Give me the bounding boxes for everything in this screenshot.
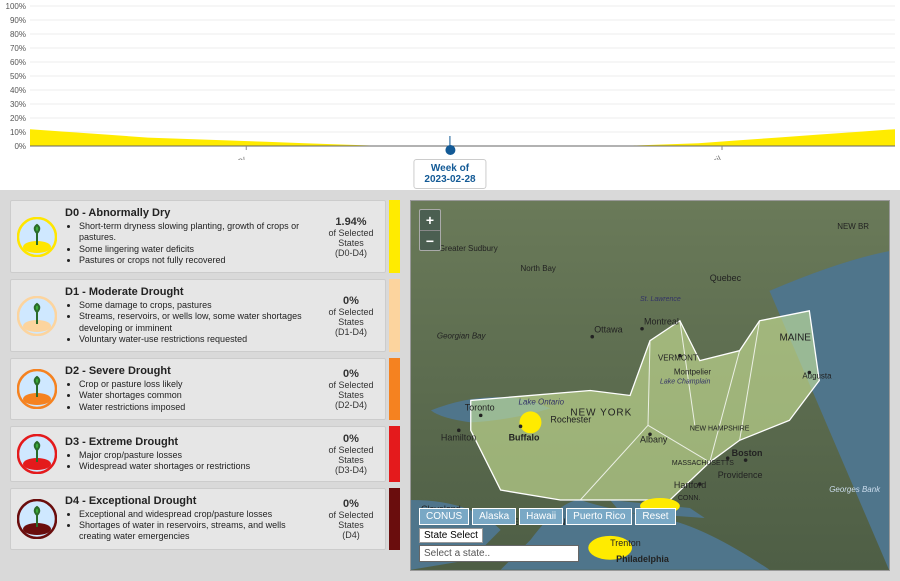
svg-text:80%: 80%: [10, 30, 26, 39]
legend-stats: 1.94%of Selected States(D0-D4): [323, 216, 379, 258]
legend-pct: 0%: [323, 433, 379, 445]
legend-text: D0 - Abnormally DryShort-term dryness sl…: [65, 207, 315, 266]
drought-level-icon: [17, 499, 57, 539]
drought-level-icon: [17, 296, 57, 336]
svg-text:NEW HAMPSHIRE: NEW HAMPSHIRE: [690, 425, 750, 432]
svg-text:40%: 40%: [10, 86, 26, 95]
svg-text:70%: 70%: [10, 44, 26, 53]
svg-text:50%: 50%: [10, 72, 26, 81]
legend-card: D0 - Abnormally DryShort-term dryness sl…: [10, 200, 386, 273]
legend-color-bar: [389, 426, 400, 482]
legend-pct: 1.94%: [323, 216, 379, 228]
map-region-button-hawaii[interactable]: Hawaii: [519, 508, 563, 525]
svg-text:NEW YORK: NEW YORK: [570, 407, 632, 418]
svg-text:MASSACHUSETTS: MASSACHUSETTS: [672, 460, 734, 467]
svg-text:February: February: [210, 154, 247, 160]
svg-text:60%: 60%: [10, 58, 26, 67]
map-region-button-alaska[interactable]: Alaska: [472, 508, 516, 525]
legend-row-d3: D3 - Extreme DroughtMajor crop/pasture l…: [10, 426, 400, 482]
svg-text:30%: 30%: [10, 100, 26, 109]
drought-legend: D0 - Abnormally DryShort-term dryness sl…: [10, 200, 400, 571]
legend-title: D4 - Exceptional Drought: [65, 495, 315, 507]
legend-text: D3 - Extreme DroughtMajor crop/pasture l…: [65, 436, 315, 473]
svg-text:Buffalo: Buffalo: [509, 432, 540, 442]
svg-text:90%: 90%: [10, 16, 26, 25]
svg-text:Lake Champlain: Lake Champlain: [660, 379, 710, 386]
zoom-out-button[interactable]: −: [420, 230, 440, 250]
svg-text:NEW BR: NEW BR: [837, 222, 869, 231]
legend-stats: 0%of Selected States(D4): [323, 498, 379, 540]
svg-text:Albany: Albany: [640, 434, 668, 444]
legend-card: D2 - Severe DroughtCrop or pasture loss …: [10, 358, 386, 420]
legend-pct: 0%: [323, 498, 379, 510]
legend-title: D2 - Severe Drought: [65, 365, 315, 377]
svg-text:MAINE: MAINE: [779, 333, 811, 344]
legend-title: D0 - Abnormally Dry: [65, 207, 315, 219]
svg-text:North Bay: North Bay: [521, 264, 556, 273]
legend-card: D3 - Extreme DroughtMajor crop/pasture l…: [10, 426, 386, 482]
map-region-button-puerto-rico[interactable]: Puerto Rico: [566, 508, 632, 525]
legend-pct: 0%: [323, 295, 379, 307]
map-region-buttons: CONUSAlaskaHawaiiPuerto RicoReset: [419, 508, 676, 525]
legend-card: D1 - Moderate DroughtSome damage to crop…: [10, 279, 386, 352]
legend-pct: 0%: [323, 368, 379, 380]
svg-text:10%: 10%: [10, 128, 26, 137]
zoom-in-button[interactable]: +: [420, 210, 440, 230]
svg-text:Greater Sudbury: Greater Sudbury: [439, 244, 498, 253]
svg-text:100%: 100%: [6, 2, 26, 11]
svg-text:Toronto: Toronto: [465, 402, 495, 412]
svg-text:Lake Ontario: Lake Ontario: [519, 397, 565, 406]
legend-card: D4 - Exceptional DroughtExceptional and …: [10, 488, 386, 550]
svg-text:CONN.: CONN.: [678, 495, 701, 502]
drought-level-icon: [17, 369, 57, 409]
legend-stats: 0%of Selected States(D3-D4): [323, 433, 379, 475]
svg-text:0%: 0%: [14, 142, 26, 151]
time-marker[interactable]: Week of2023-02-28: [413, 136, 486, 189]
svg-text:Hamilton: Hamilton: [441, 432, 476, 442]
svg-text:Providence: Providence: [718, 470, 763, 480]
legend-row-d2: D2 - Severe DroughtCrop or pasture loss …: [10, 358, 400, 420]
svg-text:Ottawa: Ottawa: [594, 325, 622, 335]
state-select-label: State Select: [419, 528, 483, 543]
map-zoom-control: + −: [419, 209, 441, 251]
map-region-button-conus[interactable]: CONUS: [419, 508, 469, 525]
svg-text:Georgian Bay: Georgian Bay: [437, 332, 487, 341]
state-select-dropdown[interactable]: Select a state..: [419, 545, 579, 562]
drought-level-icon: [17, 217, 57, 257]
svg-text:Montpelier: Montpelier: [674, 368, 711, 377]
time-marker-label: Week of2023-02-28: [413, 159, 486, 189]
legend-row-d4: D4 - Exceptional DroughtExceptional and …: [10, 488, 400, 550]
svg-text:Quebec: Quebec: [710, 273, 742, 283]
svg-text:Hartford: Hartford: [674, 480, 706, 490]
timeline-chart: 0% 10% 20% 30% 40% 50% 60% 70% 80% 90% 100% Februa…: [0, 0, 900, 180]
svg-text:Georges Bank: Georges Bank: [829, 485, 881, 494]
svg-text:VERMONT: VERMONT: [658, 354, 698, 363]
svg-text:Montreal: Montreal: [644, 317, 679, 327]
legend-stats: 0%of Selected States(D1-D4): [323, 295, 379, 337]
legend-color-bar: [389, 358, 400, 420]
legend-color-bar: [389, 488, 400, 550]
time-marker-handle[interactable]: [445, 145, 455, 155]
legend-title: D1 - Moderate Drought: [65, 286, 315, 298]
legend-text: D1 - Moderate DroughtSome damage to crop…: [65, 286, 315, 345]
legend-row-d0: D0 - Abnormally DryShort-term dryness sl…: [10, 200, 400, 273]
legend-stats: 0%of Selected States(D2-D4): [323, 368, 379, 410]
legend-color-bar: [389, 200, 400, 273]
svg-text:April: April: [702, 154, 723, 160]
legend-title: D3 - Extreme Drought: [65, 436, 315, 448]
drought-level-icon: [17, 434, 57, 474]
legend-text: D4 - Exceptional DroughtExceptional and …: [65, 495, 315, 543]
legend-text: D2 - Severe DroughtCrop or pasture loss …: [65, 365, 315, 413]
legend-color-bar: [389, 279, 400, 352]
svg-text:St. Lawrence: St. Lawrence: [640, 296, 681, 303]
legend-row-d1: D1 - Moderate DroughtSome damage to crop…: [10, 279, 400, 352]
map-region-button-reset[interactable]: Reset: [635, 508, 675, 525]
svg-text:20%: 20%: [10, 114, 26, 123]
svg-text:Augusta: Augusta: [802, 372, 832, 381]
map-panel[interactable]: Ottawa Montreal Quebec Toronto Hamilton …: [410, 200, 890, 571]
svg-text:Boston: Boston: [732, 448, 763, 458]
